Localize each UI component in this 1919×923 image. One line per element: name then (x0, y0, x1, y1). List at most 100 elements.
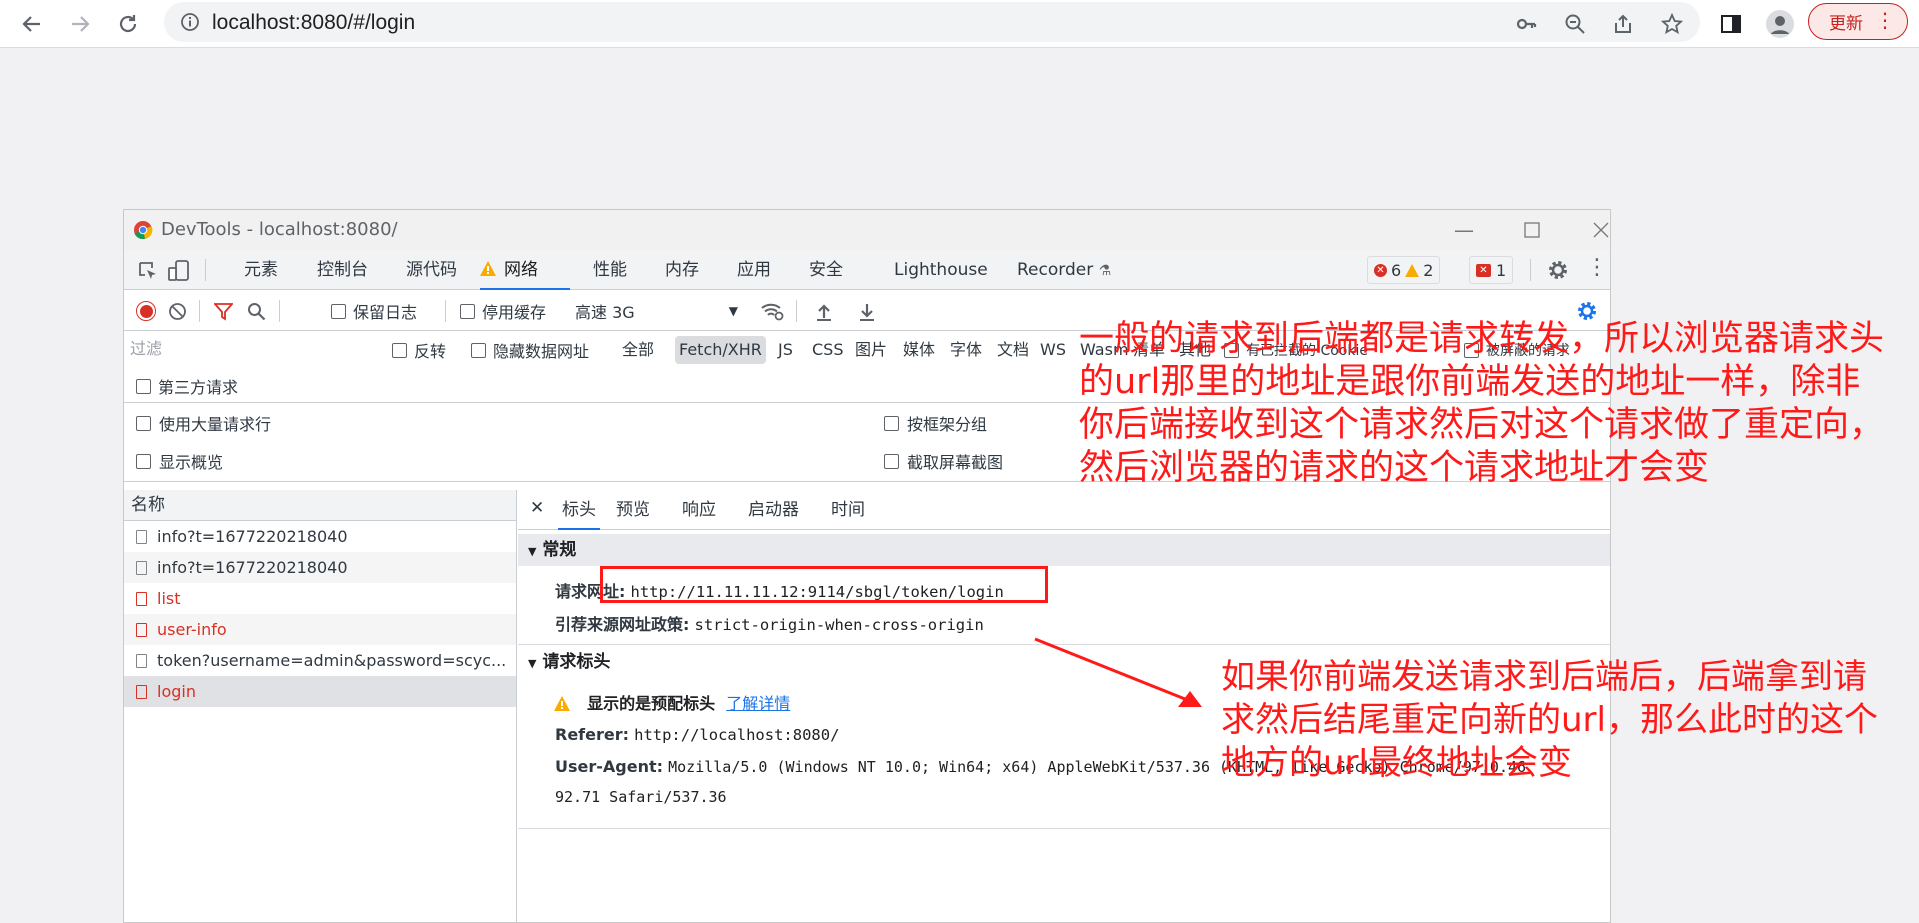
filter-input[interactable]: 过滤 (130, 335, 372, 363)
request-row[interactable]: info?t=1677220218040 (124, 521, 516, 552)
devtools-title: DevTools - localhost:8080/ (161, 219, 398, 240)
request-row[interactable]: list (124, 583, 516, 614)
issue-flag-icon: ✕ (1476, 263, 1491, 277)
issues-badge[interactable]: ✕ 1 (1469, 256, 1514, 284)
general-section-header[interactable]: ▼ 常规 (518, 534, 1610, 566)
tab-preview[interactable]: 预览 (616, 490, 650, 530)
preserve-log-checkbox[interactable] (331, 303, 346, 319)
tab-sources[interactable]: 源代码 (406, 250, 457, 290)
request-row-selected[interactable]: login (124, 676, 516, 707)
group-by-frame-toggle[interactable]: 按框架分组 (884, 404, 987, 442)
export-har-icon[interactable] (858, 302, 876, 321)
address-bar[interactable]: localhost:8080/#/login (164, 2, 1700, 42)
filter-type-all[interactable]: 全部 (618, 336, 658, 364)
settings-gear-icon[interactable] (1547, 259, 1569, 281)
annotation-note-redirect: 如果你前端发送请求到后端后，后端拿到请 求然后结尾重定向新的url，那么此时的这… (1221, 656, 1878, 785)
filter-type-img[interactable]: 图片 (851, 336, 891, 364)
disable-cache-toggle[interactable]: 停用缓存 (460, 291, 546, 331)
star-icon (1661, 13, 1683, 34)
filter-type-media[interactable]: 媒体 (899, 336, 939, 364)
throttling-select[interactable]: 高速 3G ▼ (575, 291, 740, 331)
tab-application[interactable]: 应用 (737, 250, 771, 290)
invert-checkbox[interactable] (392, 342, 407, 358)
close-window-button[interactable] (1583, 215, 1610, 245)
tab-lighthouse[interactable]: Lighthouse (894, 250, 988, 290)
device-toolbar-icon[interactable] (167, 259, 191, 283)
side-panel-button[interactable] (1713, 6, 1749, 42)
name-column-header[interactable]: 名称 (124, 490, 516, 521)
tab-initiator[interactable]: 启动器 (748, 490, 799, 530)
tab-security[interactable]: 安全 (809, 250, 843, 290)
file-icon (136, 684, 147, 699)
minimize-icon: — (1454, 218, 1474, 242)
filter-type-fetch-xhr[interactable]: Fetch/XHR (675, 336, 766, 364)
show-overview-toggle[interactable]: 显示概览 (136, 442, 223, 480)
reload-button[interactable] (110, 6, 146, 42)
disable-cache-checkbox[interactable] (460, 303, 475, 319)
clear-icon[interactable] (168, 302, 187, 321)
minimize-button[interactable]: — (1446, 215, 1482, 245)
password-key-button[interactable] (1508, 6, 1544, 42)
filter-type-js[interactable]: JS (774, 336, 797, 364)
bookmark-button[interactable] (1654, 6, 1690, 42)
file-icon (136, 529, 147, 544)
tab-response[interactable]: 响应 (682, 490, 716, 530)
learn-more-link[interactable]: 了解详情 (726, 694, 790, 713)
capture-screenshots-toggle[interactable]: 截取屏幕截图 (884, 442, 1003, 480)
import-har-icon[interactable] (815, 302, 833, 321)
tab-headers[interactable]: 标头 (558, 490, 600, 530)
devtools-panel-tabs: 元素 控制台 源代码 网络 性能 内存 应用 安全 Lighthouse Rec… (124, 250, 1610, 290)
invert-toggle[interactable]: 反转 (392, 331, 446, 369)
chrome-logo-icon (134, 221, 153, 240)
request-row[interactable]: token?username=admin&password=scyc... (124, 645, 516, 676)
show-overview-label: 显示概览 (159, 453, 224, 472)
file-icon (136, 653, 147, 668)
filter-type-css[interactable]: CSS (808, 336, 847, 364)
show-overview-checkbox[interactable] (136, 453, 151, 469)
url-text[interactable]: localhost:8080/#/login (212, 11, 415, 35)
request-name: token?username=admin&password=scyc... (157, 651, 507, 670)
inspect-element-icon[interactable] (137, 260, 159, 282)
preserve-log-toggle[interactable]: 保留日志 (331, 291, 417, 331)
more-options-icon[interactable]: ⋮ (1586, 255, 1608, 280)
large-rows-toggle[interactable]: 使用大量请求行 (136, 404, 271, 442)
tab-recorder-label: Recorder (1017, 260, 1094, 280)
share-button[interactable] (1605, 6, 1641, 42)
third-party-checkbox[interactable] (136, 378, 151, 394)
request-row[interactable]: user-info (124, 614, 516, 645)
hide-data-urls-checkbox[interactable] (471, 342, 486, 358)
record-button[interactable] (136, 301, 156, 321)
large-rows-checkbox[interactable] (136, 415, 151, 431)
profile-button[interactable] (1762, 6, 1798, 42)
hide-data-urls-toggle[interactable]: 隐藏数据网址 (471, 331, 589, 369)
console-issue-badges[interactable]: ✕ 6 2 (1367, 256, 1441, 284)
filter-type-doc[interactable]: 文档 (993, 336, 1033, 364)
filter-type-ws[interactable]: WS (1036, 336, 1070, 364)
filter-type-font[interactable]: 字体 (946, 336, 986, 364)
capture-screenshots-checkbox[interactable] (884, 453, 899, 469)
group-by-frame-checkbox[interactable] (884, 415, 899, 431)
forward-button[interactable] (62, 6, 98, 42)
filter-funnel-icon[interactable] (214, 302, 233, 321)
annotation-line: 然后浏览器的请求的这个请求地址才会变 (1079, 448, 1710, 488)
close-detail-icon[interactable]: ✕ (530, 498, 544, 518)
provisional-headers-text: 显示的是预配标头 (587, 694, 716, 713)
update-button[interactable]: 更新 ⋮ (1808, 3, 1908, 40)
tab-recorder[interactable]: Recorder ⚗ (1017, 250, 1111, 290)
third-party-toggle[interactable]: 第三方请求 (136, 369, 238, 403)
tab-console[interactable]: 控制台 (317, 250, 368, 290)
site-info-icon[interactable] (180, 12, 200, 32)
tab-elements[interactable]: 元素 (244, 250, 278, 290)
network-conditions-icon[interactable] (760, 301, 784, 321)
request-name: login (157, 682, 196, 701)
back-button[interactable] (14, 6, 50, 42)
tab-timing[interactable]: 时间 (831, 490, 865, 530)
file-icon (136, 591, 147, 606)
request-row[interactable]: info?t=1677220218040 (124, 552, 516, 583)
search-icon[interactable] (247, 302, 266, 321)
maximize-button[interactable] (1514, 215, 1550, 245)
tab-memory[interactable]: 内存 (665, 250, 699, 290)
tab-network[interactable]: 网络 (480, 250, 570, 290)
tab-performance[interactable]: 性能 (593, 250, 627, 290)
zoom-button[interactable] (1557, 6, 1593, 42)
